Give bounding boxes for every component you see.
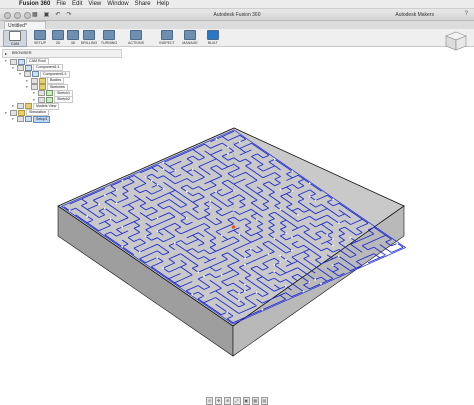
plunge-point-marker [215, 191, 218, 193]
plunge-point-marker [156, 184, 159, 186]
plunge-point-marker [285, 258, 287, 261]
plunge-point-marker [244, 257, 247, 259]
plunge-point-marker [255, 291, 258, 294]
plunge-point-marker [291, 236, 293, 239]
plunge-point-marker [138, 251, 141, 254]
plunge-point-marker [156, 256, 159, 259]
plunge-point-marker [256, 219, 258, 221]
plunge-point-marker [191, 168, 194, 171]
plunge-point-marker [331, 264, 334, 267]
plunge-point-marker [332, 244, 334, 247]
plunge-point-marker [238, 299, 240, 302]
plunge-point-marker [121, 226, 124, 228]
plunge-point-marker [244, 283, 246, 286]
plunge-point-marker [308, 182, 311, 185]
plunge-point-marker [279, 208, 282, 211]
plunge-point-marker [279, 261, 281, 264]
plunge-point-marker [103, 207, 106, 210]
plunge-point-marker [273, 264, 276, 266]
plunge-point-marker [220, 234, 223, 237]
plunge-point-marker [174, 169, 177, 172]
plunge-point-marker [238, 141, 241, 143]
navigation-bar: ◎ ✥ ⊕ ⤢ ▣ ▦ ▤ [206, 397, 268, 405]
orbit-icon[interactable]: ◎ [206, 397, 214, 405]
plunge-point-marker [297, 214, 299, 216]
plunge-point-marker [144, 235, 147, 238]
plunge-point-marker [273, 158, 276, 161]
plunge-point-marker [150, 180, 153, 182]
plunge-point-marker [68, 209, 71, 212]
grid-icon[interactable]: ▦ [251, 397, 259, 405]
plunge-point-marker [332, 198, 334, 201]
plunge-point-marker [215, 138, 218, 141]
plunge-point-marker [250, 248, 252, 250]
plunge-point-marker [162, 188, 165, 190]
plunge-point-marker [308, 195, 311, 198]
plunge-point-marker [308, 281, 311, 284]
plunge-point-marker [121, 179, 124, 182]
plunge-point-marker [162, 168, 165, 171]
zoom-icon[interactable]: ⊕ [224, 397, 232, 405]
plunge-point-marker [314, 199, 317, 202]
plunge-point-marker [115, 202, 118, 205]
plunge-point-marker [227, 146, 230, 149]
plunge-point-marker [273, 237, 276, 240]
plunge-point-marker [226, 311, 229, 313]
plunge-point-marker [285, 232, 287, 235]
plunge-point-marker [86, 215, 89, 218]
plunge-point-marker [291, 170, 294, 173]
plunge-point-marker [238, 292, 240, 295]
plunge-point-marker [104, 194, 106, 197]
plunge-point-marker [109, 218, 112, 220]
viewports-icon[interactable]: ▤ [260, 397, 268, 405]
plunge-point-marker [156, 217, 159, 219]
fit-icon[interactable]: ⤢ [233, 397, 241, 405]
maze-stock-model[interactable] [57, 127, 407, 357]
plunge-point-marker [279, 188, 282, 191]
plunge-point-marker [121, 245, 124, 248]
origin-marker [231, 225, 236, 229]
plunge-point-marker [273, 270, 276, 273]
plunge-point-marker [279, 254, 282, 257]
plunge-point-marker [261, 308, 264, 311]
plunge-point-marker [396, 242, 399, 245]
display-settings-icon[interactable]: ▣ [242, 397, 250, 405]
plunge-point-marker [227, 152, 229, 155]
pan-icon[interactable]: ✥ [215, 397, 223, 405]
plunge-point-marker [197, 271, 200, 274]
plunge-point-marker [203, 275, 205, 278]
plunge-point-marker [98, 203, 100, 206]
plunge-point-marker [320, 282, 322, 285]
plunge-point-marker [267, 253, 270, 256]
plunge-point-marker [145, 176, 147, 178]
plunge-point-marker [220, 274, 223, 276]
plunge-point-marker [174, 242, 176, 245]
plunge-point-marker [338, 222, 340, 225]
plunge-point-marker [332, 238, 334, 240]
stock-top-face[interactable] [57, 127, 405, 327]
plunge-point-marker [326, 234, 328, 236]
plunge-point-marker [314, 278, 317, 281]
graphics-viewport[interactable] [0, 0, 474, 405]
plunge-point-marker [349, 236, 352, 239]
plunge-point-marker [209, 200, 212, 203]
plunge-point-marker [302, 290, 305, 293]
plunge-point-marker [291, 190, 294, 193]
plunge-point-marker [185, 190, 188, 193]
plunge-point-marker [291, 249, 293, 252]
plunge-point-marker [115, 189, 118, 191]
plunge-point-marker [191, 293, 194, 296]
plunge-point-marker [209, 206, 212, 209]
plunge-point-marker [162, 267, 165, 269]
plunge-point-marker [156, 230, 159, 233]
plunge-point-marker [185, 217, 188, 220]
plunge-point-marker [244, 290, 246, 292]
plunge-point-marker [285, 285, 287, 287]
plunge-point-marker [238, 233, 241, 236]
plunge-point-marker [244, 263, 246, 266]
plunge-point-marker [162, 161, 165, 164]
plunge-point-marker [337, 255, 340, 257]
